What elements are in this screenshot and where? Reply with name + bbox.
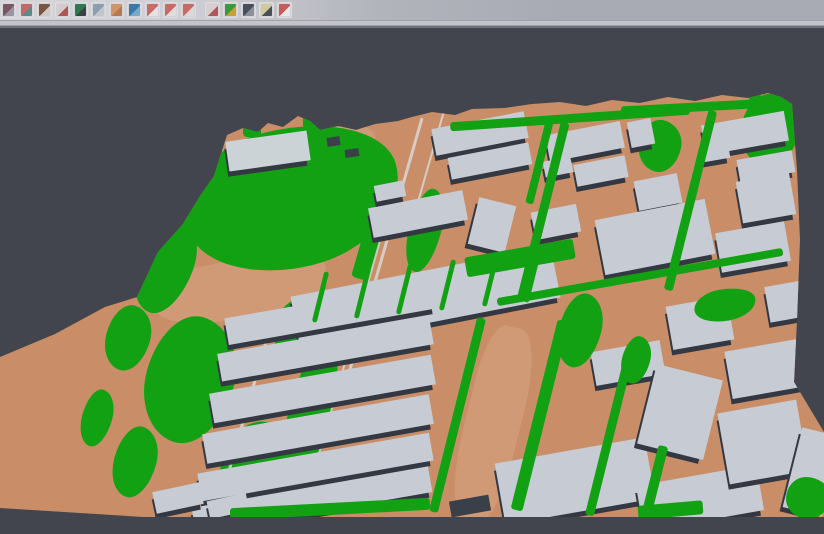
vegetation-patch: [243, 125, 261, 137]
globe-icon[interactable]: [127, 2, 142, 18]
water-column-icon-glyph: [93, 4, 104, 16]
toolbar-separator: [0, 20, 824, 28]
orthophoto-tile-icon[interactable]: [109, 2, 124, 18]
water-column-icon[interactable]: [91, 2, 106, 18]
red-flag-bars-icon-glyph: [279, 4, 290, 16]
selection-frame-icon[interactable]: [181, 2, 196, 18]
toolbar: [0, 0, 824, 20]
red-ring-icon[interactable]: [163, 2, 178, 18]
checker-grid-icon-glyph: [207, 4, 218, 16]
red-ring-icon-glyph: [165, 4, 176, 16]
window-header: [0, 0, 824, 28]
building-roof: [764, 277, 824, 322]
building-roof: [736, 173, 796, 224]
dark-sphere-icon[interactable]: [241, 2, 256, 18]
point-pair-icon-glyph: [21, 4, 32, 16]
red-flag-bars-icon[interactable]: [277, 2, 292, 18]
point-pair-icon[interactable]: [19, 2, 34, 18]
checker-grid-icon[interactable]: [205, 2, 220, 18]
annotation-board-icon[interactable]: [259, 2, 274, 18]
vegetation-patch: [75, 386, 119, 450]
dark-sphere-icon-glyph: [243, 4, 254, 16]
vegetation-patch: [105, 422, 164, 502]
mesh-texture-icon-glyph: [3, 4, 14, 16]
orthophoto-tile-icon-glyph: [111, 4, 122, 16]
globe-icon-glyph: [129, 4, 140, 16]
building-roof: [627, 118, 656, 148]
building-roof: [573, 155, 628, 187]
control-points-icon-glyph: [57, 4, 68, 16]
building-roof: [468, 197, 516, 253]
building-roof: [724, 339, 805, 399]
dark-structure: [326, 136, 340, 147]
red-layers-icon[interactable]: [145, 2, 160, 18]
terrain-mountain-icon-glyph: [39, 4, 50, 16]
classification-map-icon[interactable]: [223, 2, 238, 18]
classification-map-icon-glyph: [225, 4, 236, 16]
tree-line: [786, 477, 824, 519]
mesh-texture-icon[interactable]: [1, 2, 16, 18]
terrain-mountain-icon[interactable]: [37, 2, 52, 18]
red-layers-icon-glyph: [147, 4, 158, 16]
vegetation-hill-icon[interactable]: [73, 2, 88, 18]
vegetation-hill-icon-glyph: [75, 4, 86, 16]
application-window: { "app": { "viewport_background": "#4245…: [0, 0, 824, 517]
annotation-board-icon-glyph: [261, 4, 272, 16]
selection-frame-icon-glyph: [183, 4, 194, 16]
vegetation-patch: [303, 113, 317, 129]
3d-viewport[interactable]: [0, 0, 824, 517]
shed-rows-roof: [637, 364, 723, 460]
control-points-icon[interactable]: [55, 2, 70, 18]
point-cloud-terrain: [0, 0, 824, 517]
